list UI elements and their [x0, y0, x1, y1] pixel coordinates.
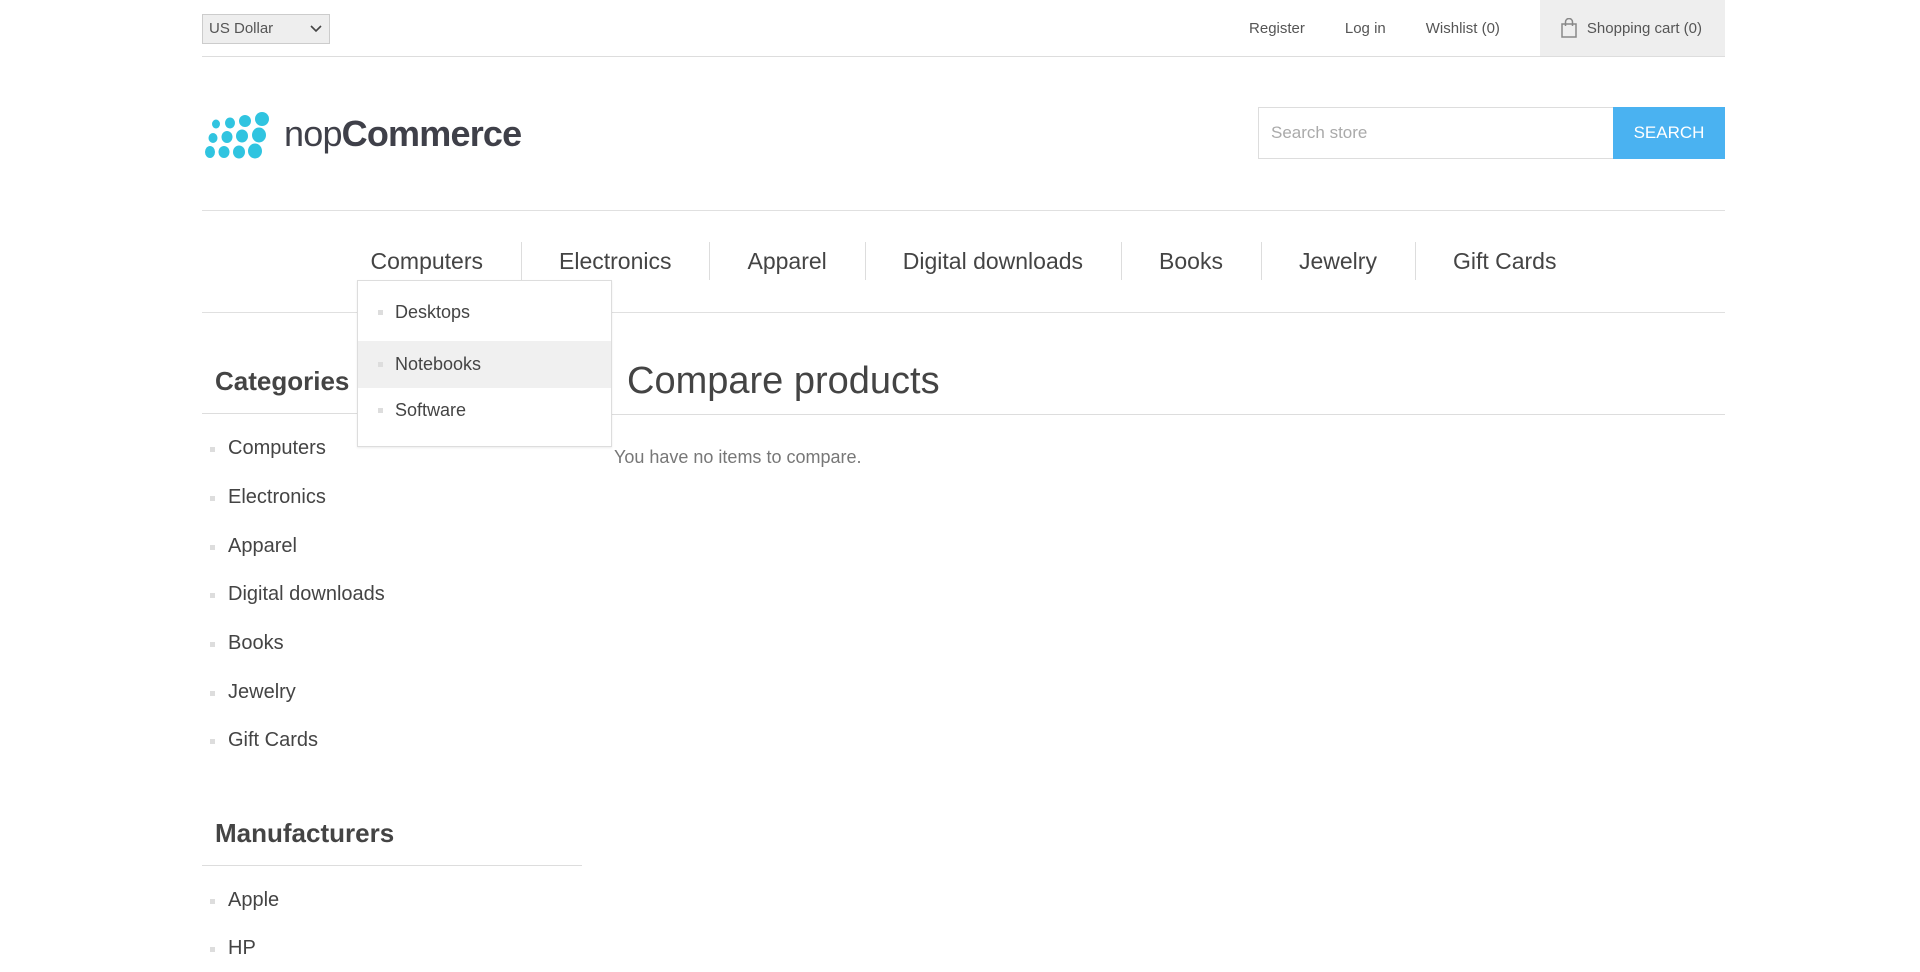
- bullet-icon: [210, 496, 215, 501]
- submenu-item-notebooks[interactable]: Notebooks: [358, 341, 611, 388]
- menu-item-gift-cards[interactable]: Gift Cards: [1414, 242, 1595, 280]
- search-box: SEARCH: [1258, 107, 1725, 159]
- category-item-jewelry[interactable]: Jewelry: [202, 681, 296, 704]
- menu-item-jewelry[interactable]: Jewelry: [1260, 242, 1415, 280]
- logo-text: nopCommerce: [284, 113, 522, 154]
- bullet-icon: [378, 310, 383, 315]
- computers-submenu: Desktops Notebooks Software: [357, 280, 612, 447]
- divider: [612, 414, 1725, 415]
- menu-item-digital-downloads[interactable]: Digital downloads: [864, 242, 1121, 280]
- category-item-apparel[interactable]: Apparel: [202, 535, 297, 558]
- menu-item-computers[interactable]: Computers: [333, 248, 521, 275]
- empty-compare-message: You have no items to compare.: [614, 447, 862, 467]
- search-button[interactable]: SEARCH: [1613, 107, 1725, 159]
- bullet-icon: [210, 447, 215, 452]
- search-input[interactable]: [1258, 107, 1613, 159]
- menu-item-apparel[interactable]: Apparel: [709, 242, 864, 280]
- header-main: nopCommerce SEARCH: [202, 57, 1725, 211]
- bullet-icon: [210, 947, 215, 952]
- bullet-icon: [210, 642, 215, 647]
- header-links: Register Log in Wishlist (0) Shopping ca…: [1249, 0, 1725, 56]
- bullet-icon: [378, 408, 383, 413]
- manufacturer-item-apple[interactable]: Apple: [202, 889, 279, 912]
- chevron-down-icon: [310, 25, 322, 33]
- currency-value: US Dollar: [209, 20, 274, 37]
- header-links-bar: US Dollar Register Log in Wishlist (0) S…: [202, 0, 1725, 57]
- store-logo[interactable]: nopCommerce: [202, 104, 522, 164]
- menu-item-electronics[interactable]: Electronics: [521, 242, 709, 280]
- category-item-books[interactable]: Books: [202, 632, 284, 655]
- bullet-icon: [378, 362, 383, 367]
- shopping-cart-link[interactable]: Shopping cart (0): [1539, 0, 1725, 56]
- page-title: Compare products: [627, 360, 940, 402]
- wishlist-link[interactable]: Wishlist (0): [1426, 20, 1500, 37]
- category-item-gift-cards[interactable]: Gift Cards: [202, 729, 318, 752]
- bullet-icon: [210, 691, 215, 696]
- nopcommerce-logo-icon: [205, 112, 269, 159]
- submenu-item-software[interactable]: Software: [358, 387, 611, 434]
- shopping-cart-label: Shopping cart (0): [1586, 19, 1702, 37]
- bullet-icon: [210, 545, 215, 550]
- manufacturer-item-hp[interactable]: HP: [202, 937, 256, 960]
- submenu-item-label: Desktops: [395, 302, 471, 322]
- submenu-item-label: Notebooks: [395, 354, 482, 374]
- bullet-icon: [210, 899, 215, 904]
- category-item-electronics[interactable]: Electronics: [202, 486, 326, 509]
- divider: [202, 865, 582, 866]
- currency-selector[interactable]: US Dollar: [202, 14, 330, 44]
- category-item-computers[interactable]: Computers: [202, 437, 326, 460]
- bullet-icon: [210, 739, 215, 744]
- submenu-item-label: Software: [395, 400, 467, 420]
- submenu-item-desktops[interactable]: Desktops: [358, 289, 611, 336]
- manufacturers-title: Manufacturers: [215, 818, 395, 848]
- shopping-bag-icon: [1561, 18, 1577, 38]
- category-item-digital-downloads[interactable]: Digital downloads: [202, 583, 385, 606]
- menu-item-books[interactable]: Books: [1121, 242, 1261, 280]
- bullet-icon: [210, 593, 215, 598]
- register-link[interactable]: Register: [1249, 20, 1305, 37]
- login-link[interactable]: Log in: [1345, 20, 1386, 37]
